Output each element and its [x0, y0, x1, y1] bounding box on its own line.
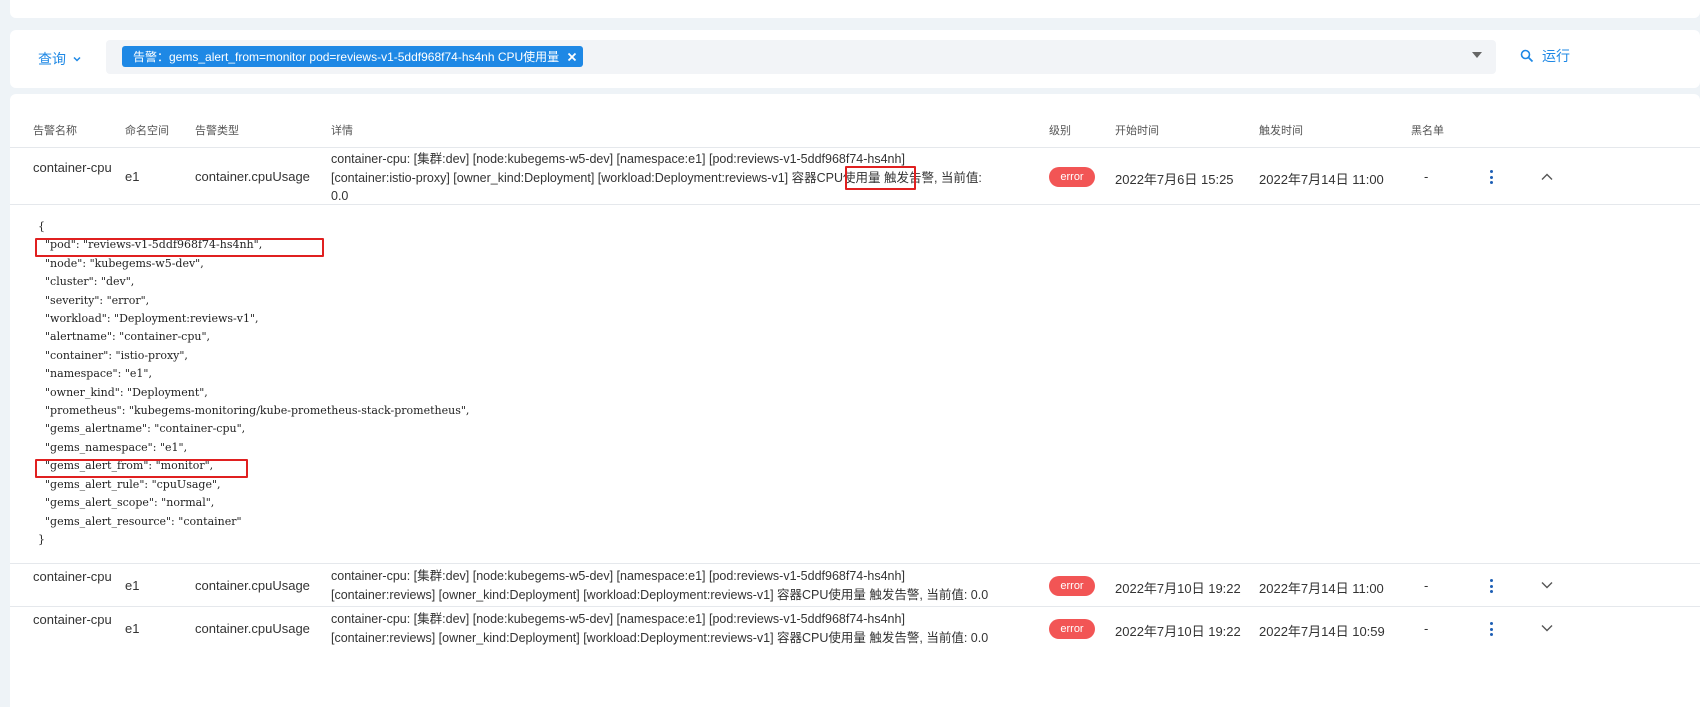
- close-icon[interactable]: [567, 52, 577, 62]
- namespace-value: e1: [125, 621, 140, 636]
- col-namespace[interactable]: 命名空间: [125, 122, 169, 138]
- detail-line: container-cpu: [集群:dev] [node:kubegems-w…: [331, 569, 905, 583]
- query-dropdown[interactable]: 查询: [38, 48, 82, 70]
- chevron-down-icon: [73, 56, 81, 62]
- json-line: "workload": "Deployment:reviews-v1",: [38, 312, 259, 326]
- col-level[interactable]: 级别: [1049, 122, 1071, 138]
- json-line: "gems_alertname": "container-cpu",: [38, 422, 246, 436]
- alert-name: container-cpu: [33, 160, 112, 175]
- detail-line: 0.0: [331, 189, 349, 203]
- top-panel: [10, 0, 1700, 18]
- highlight-box: [35, 238, 324, 257]
- run-label: 运行: [1542, 48, 1570, 64]
- col-blacklist[interactable]: 黑名单: [1411, 122, 1444, 138]
- alert-detail: container-cpu: [集群:dev] [node:kubegems-w…: [331, 150, 1031, 206]
- highlight-box: [35, 459, 248, 478]
- json-line: "alertname": "container-cpu",: [38, 330, 210, 344]
- namespace-value: e1: [125, 169, 140, 184]
- level-badge: error: [1049, 576, 1095, 596]
- detail-line: container-cpu: [集群:dev] [node:kubegems-w…: [331, 152, 905, 166]
- json-line: "owner_kind": "Deployment",: [38, 385, 208, 399]
- col-trigger-time[interactable]: 触发时间: [1259, 122, 1303, 138]
- json-open-brace: {: [38, 220, 45, 233]
- trigger-time: 2022年7月14日 10:59: [1259, 624, 1385, 639]
- col-start-time[interactable]: 开始时间: [1115, 122, 1159, 138]
- chevron-down-icon[interactable]: [1540, 621, 1554, 635]
- json-close-brace: }: [38, 532, 45, 546]
- trigger-time: 2022年7月14日 11:00: [1259, 581, 1384, 596]
- json-line: "container": "istio-proxy",: [38, 348, 188, 362]
- json-line: "namespace": "e1",: [38, 367, 152, 381]
- detail-line: [container:reviews] [owner_kind:Deployme…: [331, 630, 989, 645]
- start-time: 2022年7月10日 19:22: [1115, 581, 1241, 596]
- trigger-time: 2022年7月14日 11:00: [1259, 172, 1384, 187]
- json-line: "severity": "error",: [38, 293, 150, 307]
- detail-line: container-cpu: [集群:dev] [node:kubegems-w…: [331, 612, 905, 626]
- alert-type-value: container.cpuUsage: [195, 621, 310, 636]
- alert-type-value: container.cpuUsage: [195, 169, 310, 184]
- run-button[interactable]: 运行: [1520, 46, 1570, 66]
- table-row[interactable]: container-cpu e1 container.cpuUsage cont…: [10, 563, 1700, 606]
- filter-chip-label: 告警：gems_alert_from=monitor pod=reviews-v…: [133, 50, 560, 64]
- col-alert-name[interactable]: 告警名称: [33, 122, 77, 138]
- json-line: "node": "kubegems-w5-dev",: [38, 256, 204, 270]
- more-actions-icon[interactable]: [1488, 622, 1494, 636]
- caret-down-icon[interactable]: [1472, 52, 1482, 58]
- search-bar: 查询 告警：gems_alert_from=monitor pod=review…: [10, 30, 1700, 88]
- alert-detail: container-cpu: [集群:dev] [node:kubegems-w…: [331, 567, 1031, 604]
- alert-table: 告警名称 命名空间 告警类型 详情 级别 开始时间 触发时间 黑名单 conta…: [10, 94, 1700, 707]
- table-row[interactable]: container-cpu e1 container.cpuUsage cont…: [10, 606, 1700, 649]
- detail-line: [container:reviews] [owner_kind:Deployme…: [331, 587, 989, 602]
- json-line: "cluster": "dev",: [38, 275, 135, 289]
- highlight-box: [845, 166, 916, 190]
- more-actions-icon[interactable]: [1488, 579, 1494, 593]
- alert-name: container-cpu: [33, 569, 112, 584]
- filter-input[interactable]: 告警：gems_alert_from=monitor pod=reviews-v…: [106, 40, 1496, 74]
- json-line: "prometheus": "kubegems-monitoring/kube-…: [38, 404, 470, 418]
- labels-json: { "pod": "reviews-v1-5ddf968f74-hs4nh", …: [38, 218, 469, 549]
- detail-line: [container:istio-proxy] [owner_kind:Depl…: [331, 170, 982, 185]
- blacklist-value: -: [1424, 578, 1429, 593]
- query-label: 查询: [38, 51, 66, 67]
- start-time: 2022年7月10日 19:22: [1115, 624, 1241, 639]
- level-badge: error: [1049, 167, 1095, 187]
- col-detail[interactable]: 详情: [331, 122, 353, 138]
- chevron-down-icon[interactable]: [1540, 578, 1554, 592]
- more-actions-icon[interactable]: [1488, 170, 1494, 184]
- alert-detail: container-cpu: [集群:dev] [node:kubegems-w…: [331, 610, 1031, 647]
- chevron-up-icon[interactable]: [1540, 170, 1554, 184]
- col-alert-type[interactable]: 告警类型: [195, 122, 239, 138]
- filter-chip: 告警：gems_alert_from=monitor pod=reviews-v…: [122, 46, 584, 67]
- alert-type-value: container.cpuUsage: [195, 578, 310, 593]
- blacklist-value: -: [1424, 621, 1429, 636]
- alert-name: container-cpu: [33, 612, 112, 627]
- level-badge: error: [1049, 619, 1095, 639]
- start-time: 2022年7月6日 15:25: [1115, 172, 1234, 187]
- json-line: "gems_alert_rule": "cpuUsage",: [38, 477, 221, 491]
- json-line: "gems_alert_scope": "normal",: [38, 496, 215, 510]
- json-line: "gems_alert_resource": "container": [38, 514, 242, 528]
- blacklist-value: -: [1424, 169, 1429, 184]
- search-icon: [1520, 49, 1534, 63]
- json-line: "gems_namespace": "e1",: [38, 440, 188, 454]
- namespace-value: e1: [125, 578, 140, 593]
